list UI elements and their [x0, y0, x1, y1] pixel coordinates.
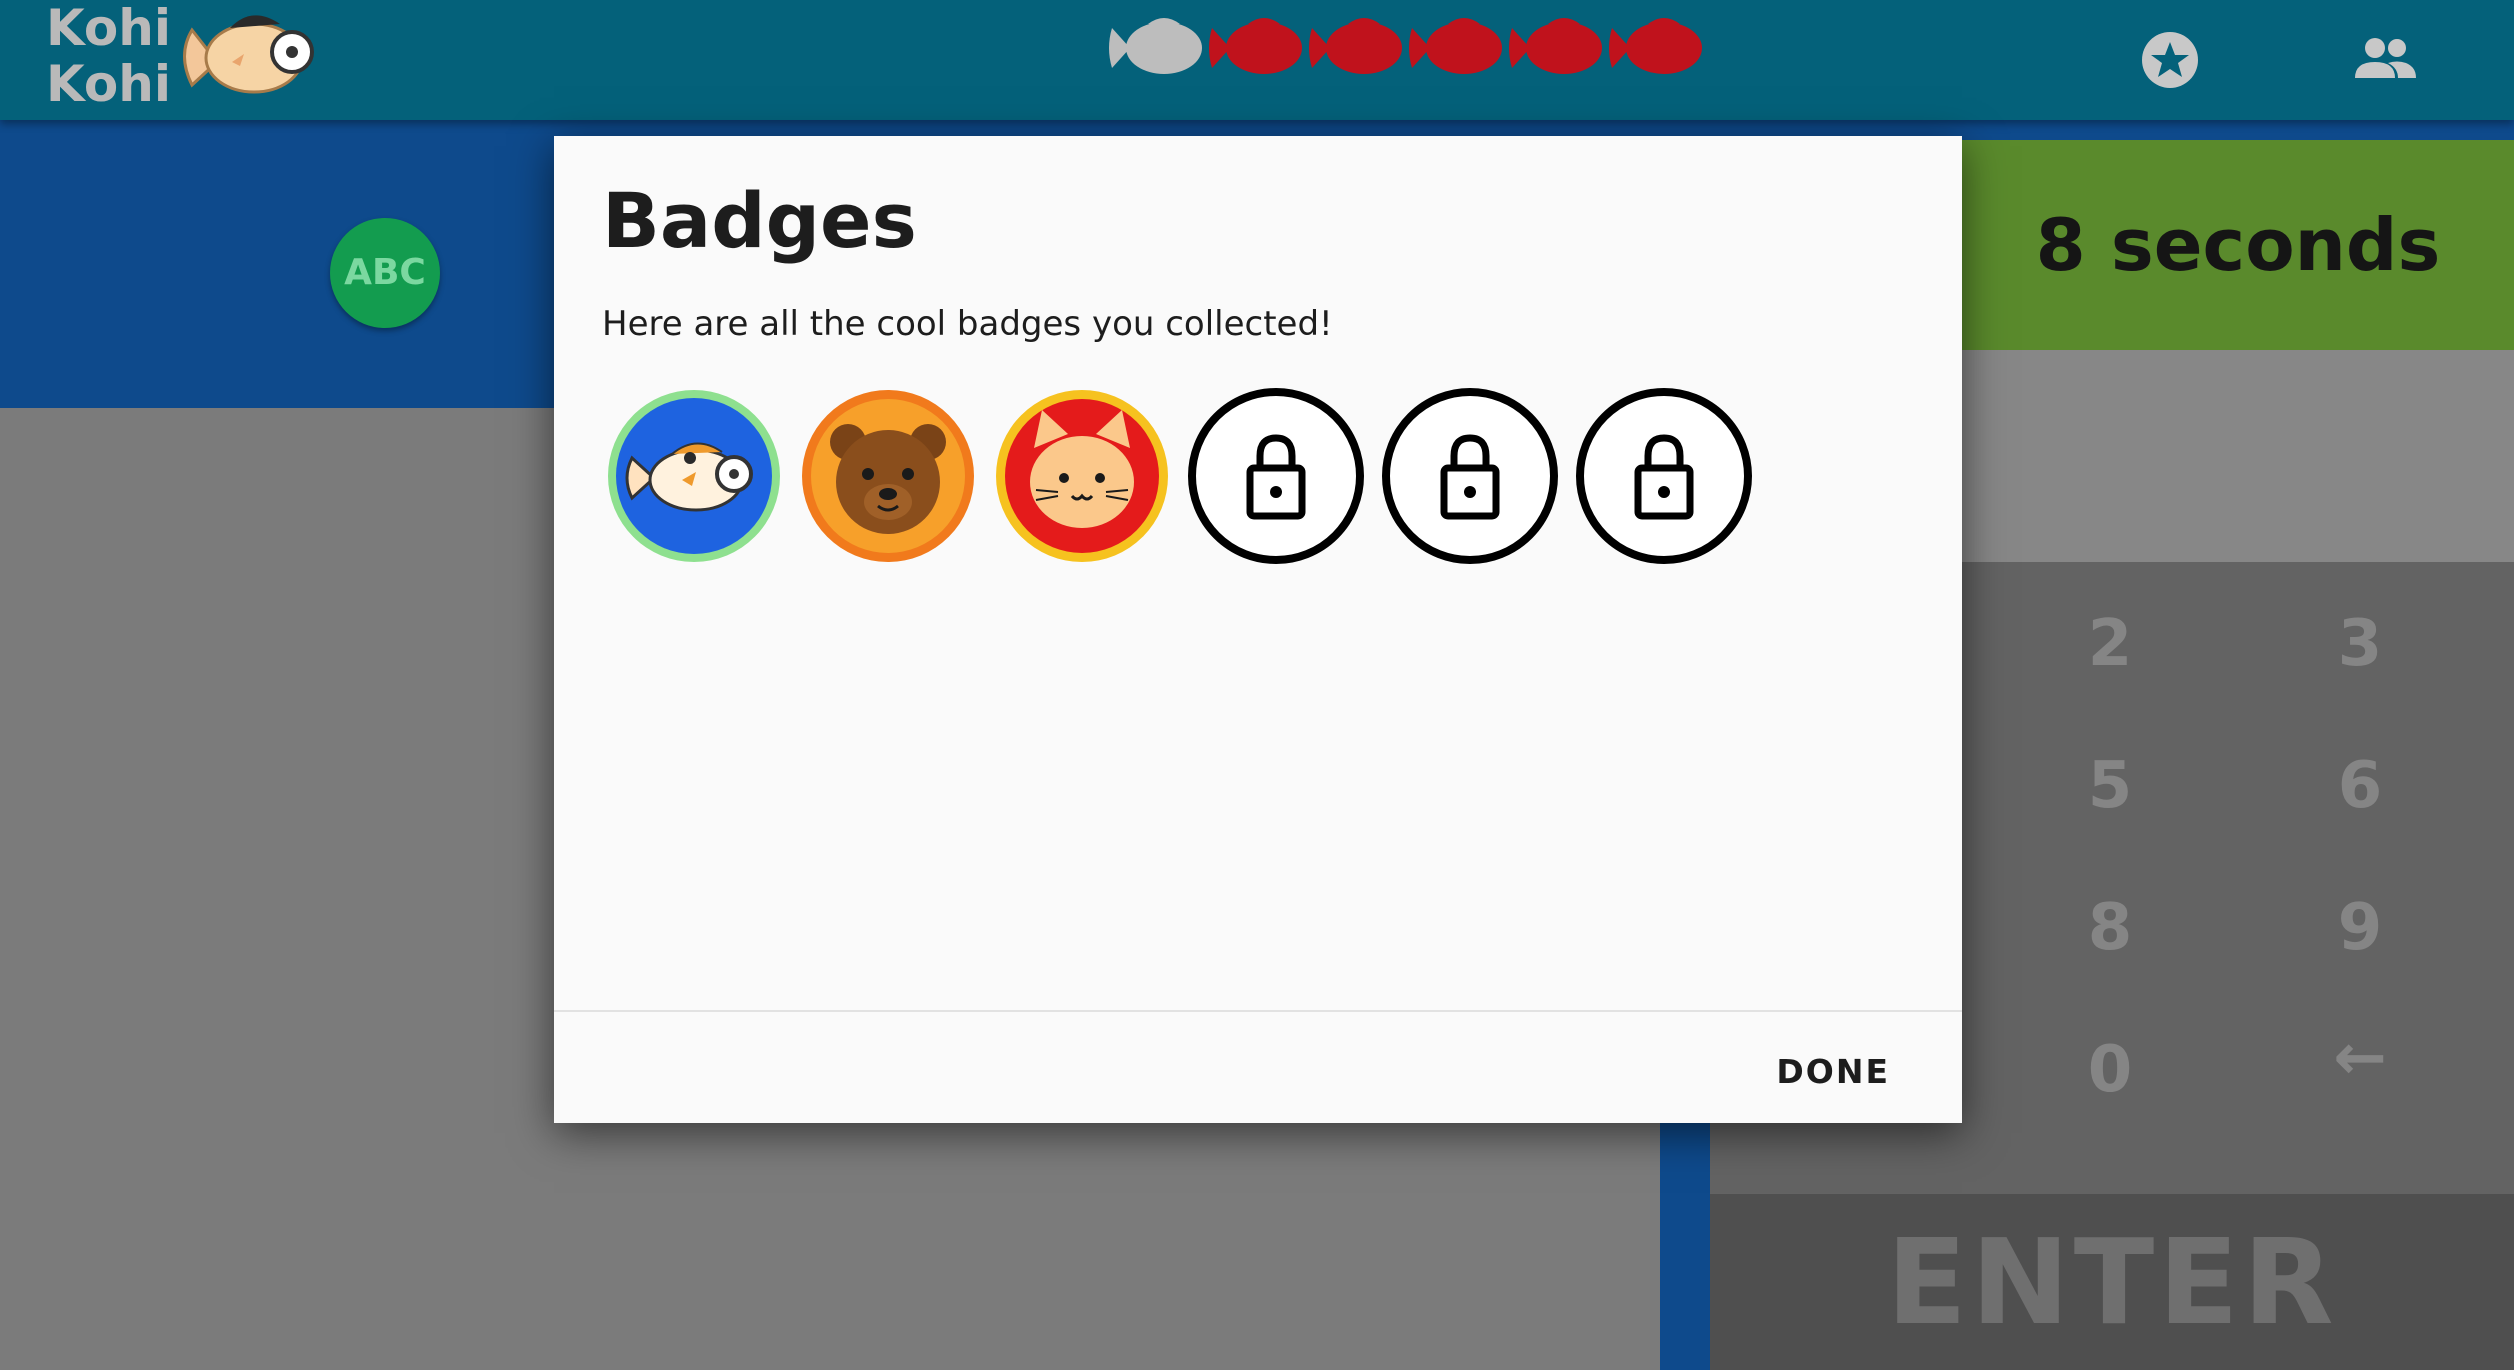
lock-badge-icon[interactable]: [1380, 386, 1560, 566]
badge-list: [604, 386, 1754, 566]
bear-badge-icon[interactable]: [798, 386, 978, 566]
dialog-divider: [554, 1010, 1962, 1012]
lock-badge-icon[interactable]: [1574, 386, 1754, 566]
cat-badge-icon[interactable]: [992, 386, 1172, 566]
done-button[interactable]: DONE: [1764, 1046, 1902, 1097]
dialog-title: Badges: [602, 176, 917, 265]
dialog-subtitle: Here are all the cool badges you collect…: [602, 304, 1333, 344]
fish-badge-icon[interactable]: [604, 386, 784, 566]
lock-badge-icon[interactable]: [1186, 386, 1366, 566]
badges-dialog: Badges Here are all the cool badges you …: [554, 136, 1962, 1123]
